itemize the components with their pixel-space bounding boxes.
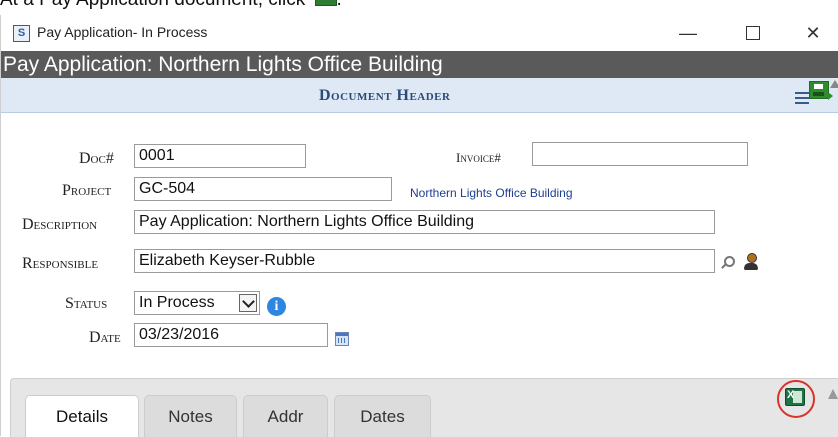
calendar-icon[interactable]	[335, 332, 349, 346]
section-header-label: Document Header	[319, 87, 451, 104]
doc-number-label: Doc#	[79, 150, 114, 167]
menu-icon[interactable]	[795, 92, 809, 104]
status-label: Status	[65, 295, 108, 312]
window-title: Pay Application- In Process	[37, 24, 208, 40]
project-label: Project	[62, 182, 112, 199]
project-name-link[interactable]: Northern Lights Office Building	[410, 186, 573, 200]
doc-number-field[interactable]: 0001	[134, 144, 306, 168]
app-icon: S	[13, 25, 30, 42]
date-label: Date	[89, 329, 121, 346]
maximize-icon	[746, 26, 760, 40]
close-button[interactable]: ✕	[791, 19, 835, 47]
tab-dates[interactable]: Dates	[334, 395, 431, 437]
collapse-arrow-icon[interactable]	[828, 389, 838, 399]
responsible-field[interactable]: Elizabeth Keyser-Rubble	[134, 249, 715, 273]
date-field[interactable]: 03/23/2016	[134, 323, 328, 347]
tab-details[interactable]: Details	[25, 395, 139, 437]
window-titlebar[interactable]: S Pay Application- In Process — ✕	[1, 15, 838, 51]
document-title: Pay Application: Northern Lights Office …	[3, 53, 443, 76]
status-selected-value: In Process	[139, 294, 215, 311]
document-title-bar: Pay Application: Northern Lights Office …	[1, 51, 838, 78]
description-label: Description	[22, 216, 98, 233]
description-field[interactable]: Pay Application: Northern Lights Office …	[134, 210, 715, 234]
highlight-ring	[777, 380, 815, 418]
document-header-strip: Document Header	[1, 78, 838, 113]
info-icon[interactable]: i	[267, 297, 286, 316]
lookup-search-icon[interactable]	[719, 255, 735, 271]
invoice-field[interactable]	[532, 142, 748, 166]
instruction-label: At a Pay Application document, click	[0, 0, 305, 10]
document-window: S Pay Application- In Process — ✕ Pay Ap…	[0, 15, 838, 437]
project-field[interactable]: GC-504	[134, 177, 392, 201]
tabs-panel: Details Notes Addr Dates	[10, 378, 838, 437]
maximize-button[interactable]	[731, 19, 775, 47]
collapse-arrow-icon[interactable]	[830, 80, 838, 88]
save-icon[interactable]	[809, 81, 833, 100]
person-icon[interactable]	[744, 253, 758, 271]
status-select[interactable]: In Process	[134, 291, 260, 315]
tab-notes[interactable]: Notes	[144, 395, 237, 437]
instruction-text: At a Pay Application document, click .	[0, 0, 838, 11]
minimize-button[interactable]: —	[666, 19, 710, 47]
tab-addr[interactable]: Addr	[243, 395, 328, 437]
chevron-down-icon[interactable]	[239, 294, 257, 312]
responsible-label: Responsible	[22, 255, 99, 272]
excel-export-icon	[314, 0, 337, 6]
invoice-label: Invoice#	[456, 150, 501, 165]
